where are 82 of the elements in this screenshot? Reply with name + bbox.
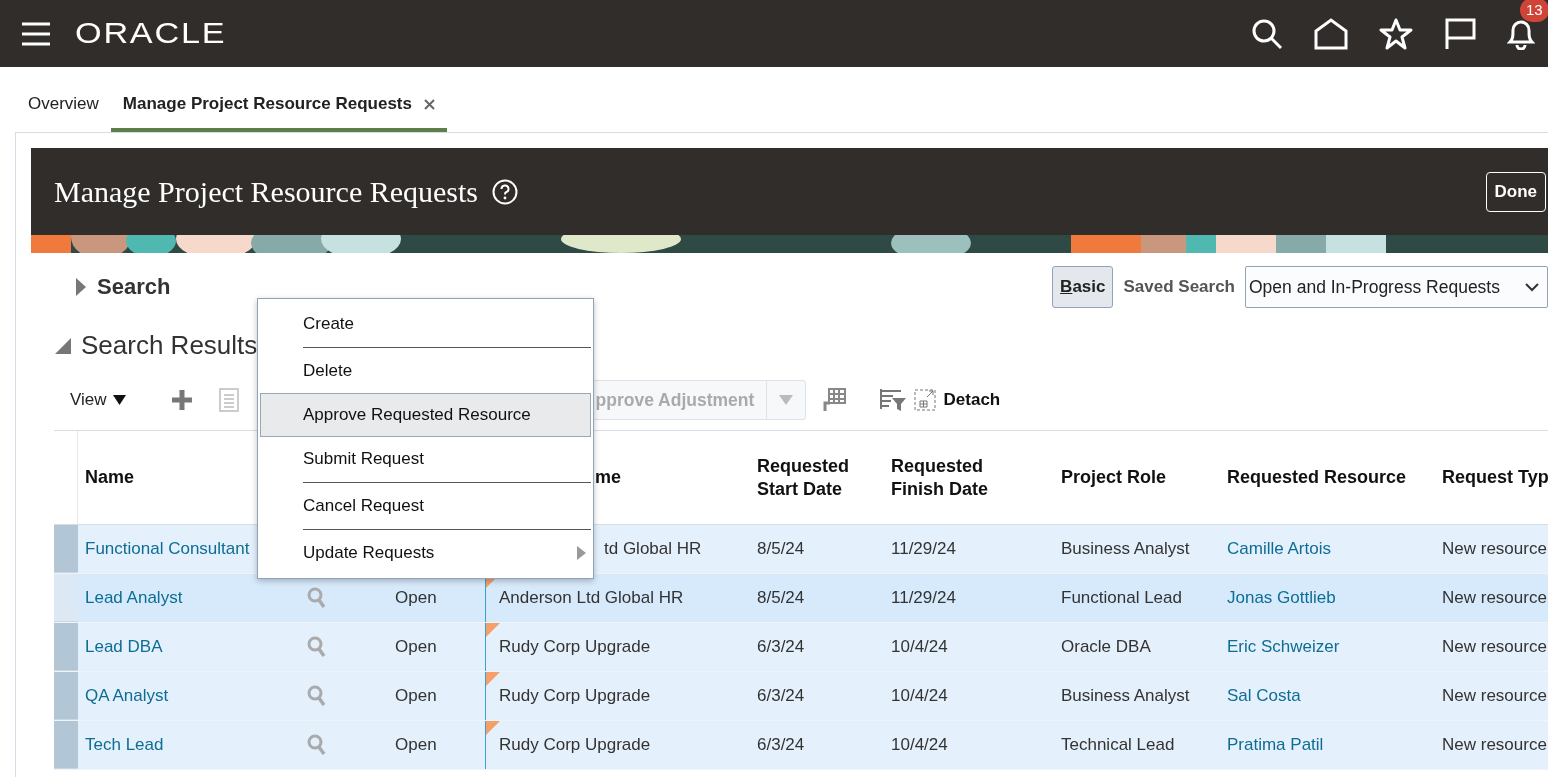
request-name-link[interactable]: Lead DBA [85,637,163,657]
resource-link[interactable]: Eric Schweizer [1227,637,1340,657]
status-text: Open [395,686,437,706]
resource-link[interactable]: Pratima Patil [1227,735,1324,755]
finish-date: 10/4/24 [891,637,948,657]
start-date: 6/3/24 [757,637,805,657]
request-name-link[interactable]: Tech Lead [85,735,164,755]
menu-item[interactable]: Update Requests [260,531,591,575]
chevron-down-icon [1525,282,1539,292]
project-role: Business Analyst [1061,539,1190,559]
table-row[interactable]: Lead Analyst Open Anderson Ltd Global HR 8/5/24 11/29/24 Functional Lead Jonas Gottlieb New resource [54,574,1548,623]
view-menu-button[interactable]: View [70,390,126,410]
search-icon[interactable] [1251,17,1283,50]
request-type: New resource [1442,539,1547,559]
tab[interactable]: Overview [16,94,111,132]
search-section-toggle[interactable]: Search [75,274,171,300]
project-name: td Global HR [604,539,702,559]
menu-item[interactable]: Submit Request [260,437,591,481]
finish-date: 10/4/24 [891,686,948,706]
column-header[interactable]: Requested Resource [1227,466,1407,489]
request-type: New resource [1442,735,1547,755]
column-header[interactable]: Name [85,466,135,489]
finish-date: 11/29/24 [891,588,956,608]
request-type: New resource [1442,637,1547,657]
finish-date: 10/4/24 [891,735,948,755]
basic-button[interactable]: Basic [1052,266,1114,308]
close-icon[interactable] [423,98,435,110]
status-text: Open [395,588,437,608]
request-name-link[interactable]: Functional Consultant [85,539,250,559]
saved-search-select[interactable]: Open and In-Progress Requests [1245,266,1548,308]
help-icon[interactable] [492,178,519,205]
page-title: Manage Project Resource Requests [54,174,479,209]
menu-icon[interactable] [21,21,51,46]
expand-icon [75,278,87,296]
notification-badge: 13 [1520,0,1548,22]
column-header[interactable]: me [595,466,621,489]
finish-date: 11/29/24 [891,539,956,559]
column-header[interactable]: Requested Start Date [757,454,877,501]
saved-search-label: Saved Search [1123,277,1235,297]
column-header[interactable]: Request Typ [1442,466,1548,489]
logo[interactable]: ORACLE [75,17,227,50]
done-button[interactable]: Done [1485,171,1546,212]
column-header[interactable]: Project Role [1061,466,1167,489]
menu-item[interactable]: Cancel Request [260,484,591,528]
request-name-link[interactable]: Lead Analyst [85,588,183,608]
detach-icon [913,389,936,411]
project-role: Technical Lead [1061,735,1175,755]
project-name: Anderson Ltd Global HR [499,588,684,608]
start-date: 8/5/24 [757,588,805,608]
table-row[interactable]: Tech Lead Open Rudy Corp Upgrade 6/3/24 10/4/24 Technical Lead Pratima Patil New resource [54,721,1548,770]
resource-link[interactable]: Camille Artois [1227,539,1331,559]
status-text: Open [395,637,437,657]
project-name: Rudy Corp Upgrade [499,637,651,657]
tab[interactable]: Manage Project Resource Requests [110,94,447,132]
flag-icon[interactable] [1444,17,1476,50]
table-row[interactable]: QA Analyst Open Rudy Corp Upgrade 6/3/24 10/4/24 Business Analyst Sal Costa New resource [54,672,1548,721]
submenu-arrow-icon [577,546,586,560]
start-date: 8/5/24 [757,539,805,559]
detach-button[interactable]: Detach [913,389,1001,411]
project-name: Rudy Corp Upgrade [499,735,651,755]
project-role: Oracle DBA [1061,637,1151,657]
add-icon[interactable] [170,389,193,411]
star-icon[interactable] [1379,17,1413,50]
start-date: 6/3/24 [757,735,805,755]
filter-icon[interactable] [879,388,906,412]
status-text: Open [395,735,437,755]
project-name: Rudy Corp Upgrade [499,686,651,706]
home-icon[interactable] [1314,17,1348,50]
table-row[interactable]: Lead DBA Open Rudy Corp Upgrade 6/3/24 10/4/24 Oracle DBA Eric Schweizer New resource [54,623,1548,672]
request-type: New resource [1442,686,1547,706]
request-name-link[interactable]: QA Analyst [85,686,169,706]
project-role: Functional Lead [1061,588,1182,608]
caret-icon [112,395,126,405]
project-role: Business Analyst [1061,686,1190,706]
column-header[interactable]: Requested Finish Date [891,454,1011,501]
request-type: New resource [1442,588,1547,608]
start-date: 6/3/24 [757,686,805,706]
collapse-icon [55,337,71,354]
resource-link[interactable]: Sal Costa [1227,686,1301,706]
resource-link[interactable]: Jonas Gottlieb [1227,588,1336,608]
caret-icon [778,395,793,405]
menu-item[interactable]: Approve Requested Resource [260,393,591,437]
